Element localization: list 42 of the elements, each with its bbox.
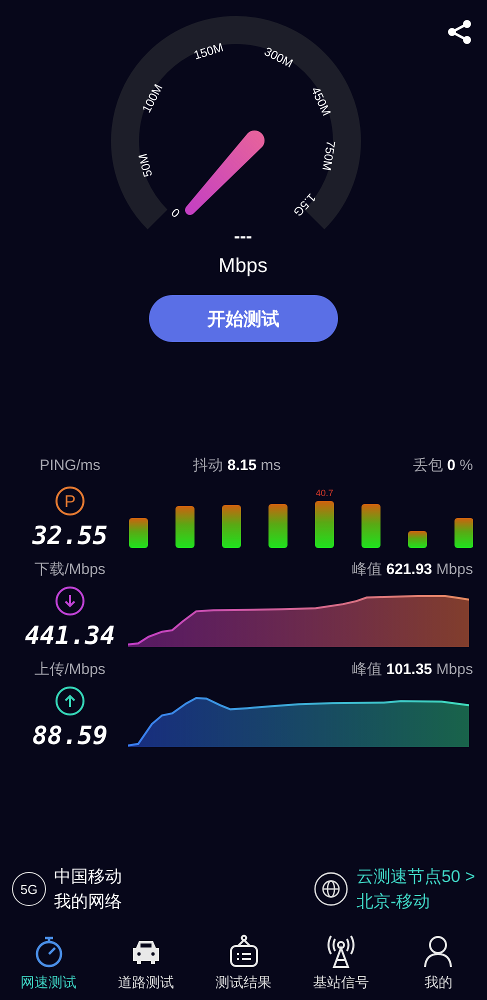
tab[interactable]: 道路测试 [97, 932, 195, 1000]
share-icon[interactable] [448, 20, 471, 44]
ping-bar [222, 505, 241, 548]
speed-value: --- [234, 226, 252, 246]
ping-bar [176, 506, 194, 548]
gauge-tick-label: 50M [136, 152, 156, 178]
download-speed-value: 441.34 [24, 622, 116, 650]
gauge-tick-label: 100M [139, 82, 166, 115]
operator-name: 中国移动 [54, 866, 122, 888]
globe-icon [314, 872, 348, 906]
server-location: 北京-移动 [356, 891, 432, 913]
upload-label: 上传/Mbps [34, 660, 106, 678]
tab[interactable]: 网速测试 [0, 932, 98, 1000]
server-node-link[interactable]: 云测速节点50 > [356, 864, 475, 889]
packet-loss-text: 丢包 0 % [412, 456, 473, 474]
gauge-tick-label: 300M [262, 44, 296, 70]
network-name: 我的网络 [54, 891, 122, 913]
ping-bar [454, 518, 473, 548]
ping-bar [315, 501, 334, 548]
tab[interactable]: 测试结果 [194, 932, 292, 1000]
gauge-tick-label: 0 [168, 205, 183, 220]
peak-speed-text: 峰值 621.93 Mbps [352, 560, 473, 578]
ping-badge: P [55, 486, 85, 516]
peak-ping-label: 40.7 [316, 488, 334, 498]
ping-bar [268, 504, 288, 548]
ping-value: 32.55 [32, 522, 108, 550]
peak-speed-text: 峰值 101.35 Mbps [352, 660, 473, 678]
gauge-tick-label: 750M [319, 140, 338, 172]
ping-label: PING/ms [38, 456, 102, 474]
download-label: 下载/Mbps [34, 560, 106, 578]
speed-unit: Mbps [218, 255, 268, 277]
tab[interactable]: 我的 [390, 932, 487, 1000]
upload-speed-value: 88.59 [32, 722, 108, 750]
network-badge: 5G [12, 872, 46, 906]
start-test-button[interactable]: 开始测试 [149, 295, 338, 342]
ping-bar [362, 504, 380, 548]
gauge-tick-label: 450M [308, 84, 334, 118]
jitter-text: 抖动 8.15 ms [192, 456, 282, 474]
ping-bar [408, 531, 427, 548]
gauge-tick-label: 150M [192, 40, 225, 62]
tab[interactable]: 基站信号 [292, 932, 390, 1000]
ping-bar [129, 518, 148, 548]
